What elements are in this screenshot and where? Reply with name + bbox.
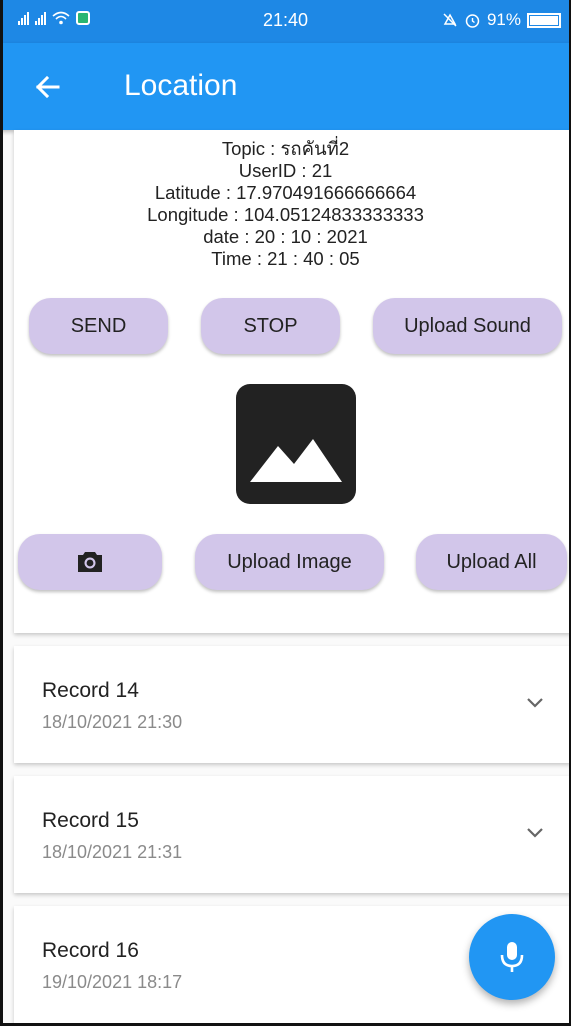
upload-all-button[interactable]: Upload All: [416, 534, 567, 590]
status-bar: 21:40 91%: [0, 0, 571, 43]
time-text: Time : 21 : 40 : 05: [211, 248, 360, 269]
record-title: Record 15: [42, 809, 139, 832]
upload-image-label: Upload Image: [227, 550, 352, 573]
longitude-text: Longitude : 104.05124833333333: [147, 204, 424, 225]
camera-button[interactable]: [18, 534, 162, 590]
record-date: 18/10/2021 21:31: [42, 842, 183, 862]
record-title: Record 16: [42, 939, 139, 962]
upload-all-label: Upload All: [446, 550, 537, 573]
location-info: Topic : รถคันที่2 UserID : 21 Latitude :…: [0, 138, 571, 270]
record-date: 19/10/2021 18:17: [42, 972, 183, 992]
stop-button[interactable]: STOP: [201, 298, 340, 354]
upload-sound-button[interactable]: Upload Sound: [373, 298, 562, 354]
record-date: 18/10/2021 21:30: [42, 712, 183, 732]
record-item[interactable]: Record 15 18/10/2021 21:31: [14, 776, 571, 893]
mute-icon: [443, 13, 457, 27]
microphone-icon: [500, 942, 524, 972]
stop-label: STOP: [243, 314, 298, 337]
chevron-down-icon[interactable]: [523, 820, 547, 844]
battery-icon: [527, 12, 561, 28]
user-id-text: UserID : 21: [238, 160, 333, 181]
image-preview: [236, 384, 356, 504]
image-icon: [250, 439, 342, 482]
record-audio-fab[interactable]: [469, 914, 555, 1000]
camera-icon: [78, 552, 102, 572]
arrow-back-icon[interactable]: [28, 67, 68, 107]
page-title: Location: [124, 69, 238, 102]
battery-percent: 91%: [486, 10, 521, 29]
alarm-icon: [465, 13, 480, 28]
record-item[interactable]: Record 14 18/10/2021 21:30: [14, 646, 571, 763]
send-button[interactable]: SEND: [29, 298, 168, 354]
upload-sound-label: Upload Sound: [404, 314, 531, 337]
record-title: Record 14: [42, 679, 139, 702]
topic-text: Topic : รถคันที่2: [221, 138, 350, 159]
send-label: SEND: [70, 314, 127, 337]
app-bar: Location: [0, 43, 571, 130]
date-text: date : 20 : 10 : 2021: [203, 226, 368, 247]
latitude-text: Latitude : 17.970491666666664: [154, 182, 417, 203]
upload-image-button[interactable]: Upload Image: [195, 534, 384, 590]
chevron-down-icon[interactable]: [523, 690, 547, 714]
